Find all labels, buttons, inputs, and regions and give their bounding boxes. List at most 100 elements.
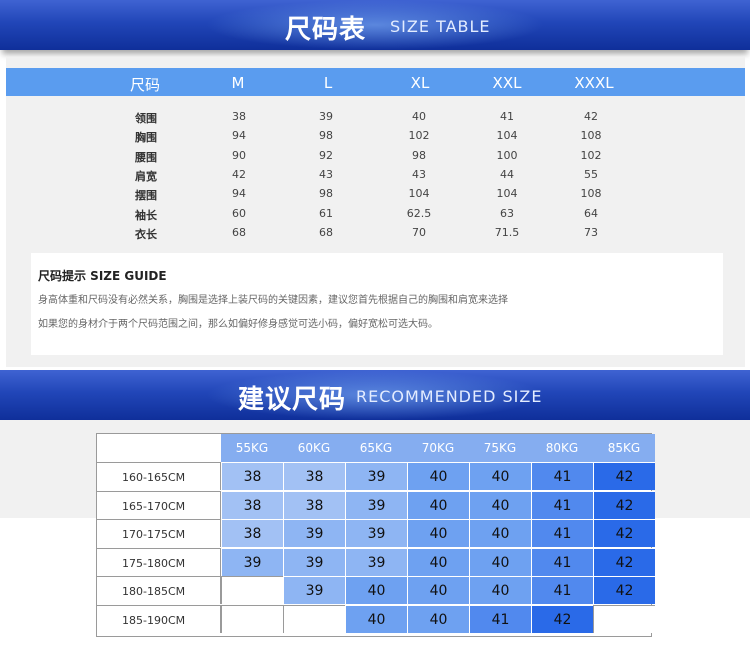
- size-value: 43: [319, 167, 333, 181]
- size-value: 40: [491, 526, 510, 543]
- size-value: 38: [232, 110, 246, 123]
- size-value: 40: [429, 612, 448, 628]
- weight-label: 80KG: [545, 441, 579, 455]
- recommended-size-cell: 42: [593, 547, 655, 576]
- recommended-size-cell: 39: [283, 519, 345, 548]
- recommended-size-cell: 41: [531, 519, 593, 548]
- size-value: 90: [232, 148, 246, 162]
- size-value: 40: [491, 583, 510, 600]
- empty-cell: [221, 576, 283, 605]
- size-col-header: XL: [410, 74, 430, 92]
- size-col-header: XXXL: [574, 74, 614, 92]
- recommended-size-cell: 39: [345, 547, 407, 576]
- size-value: 102: [580, 148, 602, 162]
- recommended-size-cell: 39: [283, 576, 345, 605]
- height-row-label: 175-180CM: [97, 547, 221, 576]
- size-value: 40: [429, 583, 448, 600]
- size-value: 41: [553, 497, 572, 514]
- size-value: 42: [615, 526, 634, 543]
- size-guide-text: 如果您的身材介于两个尺码范围之间，那么如偏好修身感觉可选小码，偏好宽松可选大码。: [38, 319, 438, 330]
- size-value: 40: [429, 469, 448, 485]
- size-value: 108: [580, 129, 602, 143]
- recommended-size-cell: 40: [407, 519, 469, 548]
- weight-label: 70KG: [421, 441, 455, 455]
- size-value: 104: [496, 187, 518, 201]
- recommended-size-cell: 39: [345, 490, 407, 519]
- size-label-header: 尺码: [129, 76, 161, 94]
- size-table-banner: 尺码表 SIZE TABLE: [0, 0, 750, 50]
- size-value: 63: [500, 206, 514, 220]
- recommended-size-cell: 40: [407, 605, 469, 633]
- height-row-label: 165-170CM: [97, 490, 221, 519]
- recommended-size-cell: 42: [593, 576, 655, 605]
- size-value: 41: [553, 469, 572, 485]
- weight-label: 60KG: [297, 441, 331, 455]
- weight-column-header: 80KG: [531, 434, 593, 462]
- size-value: 43: [412, 167, 426, 181]
- size-value: 104: [408, 187, 430, 201]
- size-value: 61: [319, 206, 333, 220]
- weight-column-header: 55KG: [221, 434, 283, 462]
- height-label: 160-165CM: [122, 471, 186, 484]
- size-value: 38: [305, 469, 324, 485]
- size-value: 94: [232, 187, 246, 201]
- size-table-row: 衣长 68 68 70 71.5 73: [0, 223, 750, 242]
- size-value: 40: [429, 497, 448, 514]
- size-table-row: 袖长 60 61 62.5 63 64: [0, 204, 750, 223]
- size-value: 94: [232, 129, 246, 143]
- recommended-size-cell: 40: [407, 547, 469, 576]
- weight-column-header: 70KG: [407, 434, 469, 462]
- size-value: 42: [615, 583, 634, 600]
- size-guide-title: 尺码提示 SIZE GUIDE: [38, 269, 167, 283]
- recommended-size-cell: 40: [469, 547, 531, 576]
- size-value: 42: [553, 612, 572, 628]
- size-value: 40: [491, 469, 510, 485]
- size-value: 41: [553, 526, 572, 543]
- size-value: 60: [232, 206, 246, 220]
- recommended-size-cell: 42: [531, 605, 593, 633]
- size-value: 42: [232, 167, 246, 181]
- size-value: 62.5: [406, 206, 432, 220]
- size-value: 40: [367, 583, 386, 600]
- measure-label: 摆围: [135, 189, 157, 203]
- weight-label: 55KG: [235, 441, 269, 455]
- empty-cell: [221, 605, 283, 633]
- weight-column-header: 65KG: [345, 434, 407, 462]
- measure-label: 领围: [135, 112, 157, 125]
- size-value: 39: [305, 526, 324, 543]
- size-value: 40: [429, 526, 448, 543]
- size-guide-box: 尺码提示 SIZE GUIDE 身高体重和尺码没有必然关系，胸围是选择上装尺码的…: [31, 253, 723, 355]
- recommended-size-cell: 42: [593, 490, 655, 519]
- size-value: 104: [496, 129, 518, 143]
- size-value: 64: [584, 206, 598, 220]
- recommended-size-cell: 40: [345, 576, 407, 605]
- size-value: 98: [412, 148, 426, 162]
- height-label: 185-190CM: [122, 614, 186, 627]
- size-value: 39: [319, 110, 333, 123]
- size-value: 38: [243, 469, 262, 485]
- size-value: 68: [232, 225, 246, 239]
- measure-label: 腰围: [135, 150, 157, 164]
- weight-label: 75KG: [483, 441, 517, 455]
- weight-column-header: 85KG: [593, 434, 655, 462]
- size-col-header: M: [231, 74, 245, 92]
- recommended-size-cell: 39: [221, 547, 283, 576]
- size-value: 42: [615, 497, 634, 514]
- measure-label: 肩宽: [135, 169, 157, 183]
- size-value: 68: [319, 225, 333, 239]
- recommended-size-cell: 39: [283, 547, 345, 576]
- size-value: 100: [496, 148, 518, 162]
- size-value: 38: [243, 497, 262, 514]
- measure-label: 袖长: [135, 208, 157, 222]
- size-value: 108: [580, 187, 602, 201]
- size-value: 40: [367, 612, 386, 628]
- size-value: 40: [491, 554, 510, 571]
- size-value: 42: [584, 110, 598, 123]
- recommended-size-cell: 41: [469, 605, 531, 633]
- weight-label: 85KG: [607, 441, 641, 455]
- height-label: 170-175CM: [122, 528, 186, 542]
- empty-cell: [593, 605, 655, 633]
- size-value: 40: [491, 497, 510, 514]
- recommended-size-cell: 41: [531, 547, 593, 576]
- size-value: 39: [367, 497, 386, 514]
